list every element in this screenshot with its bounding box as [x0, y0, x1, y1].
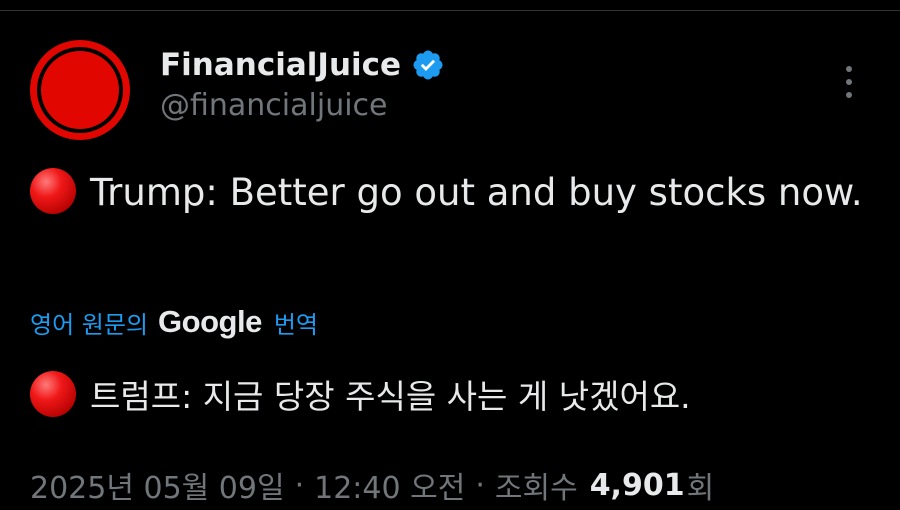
- translate-suffix[interactable]: 번역: [274, 305, 318, 340]
- avatar-center: [47, 57, 113, 123]
- more-dot: [846, 92, 852, 98]
- tweet-time[interactable]: 12:40 오전: [314, 463, 465, 507]
- google-logo-text: Google: [158, 304, 262, 339]
- author-display-name[interactable]: FinancialJuice: [160, 47, 401, 83]
- tweet-text: Trump: Better go out and buy stocks now.: [30, 164, 870, 222]
- author-handle[interactable]: @financialjuice: [160, 88, 388, 123]
- more-options-button[interactable]: [834, 62, 864, 102]
- translated-text-body: 트럼프: 지금 당장 주식을 사는 게 낫겠어요.: [90, 377, 691, 416]
- translate-prefix[interactable]: 영어 원문의: [30, 305, 148, 340]
- tweet-meta: 2025년 05월 09일 · 12:40 오전 · 조회수 4,901 회: [30, 460, 714, 510]
- meta-separator: ·: [475, 467, 485, 503]
- top-divider: [0, 0, 900, 11]
- verified-badge-icon: [413, 50, 443, 80]
- author-name-row: FinancialJuice: [160, 42, 445, 88]
- views-count: 4,901: [589, 467, 685, 503]
- translate-link-row[interactable]: 영어 원문의 Google 번역: [30, 300, 318, 344]
- more-dot: [846, 79, 852, 85]
- red-circle-emoji: [30, 371, 76, 417]
- tweet-text-body: Trump: Better go out and buy stocks now.: [90, 171, 863, 214]
- meta-separator: ·: [294, 467, 305, 503]
- tweet-date[interactable]: 2025년 05월 09일: [30, 463, 285, 507]
- translated-text: 트럼프: 지금 당장 주식을 사는 게 낫겠어요.: [30, 368, 880, 426]
- views-unit: 회: [686, 471, 715, 506]
- red-circle-emoji: [30, 168, 76, 214]
- avatar[interactable]: [30, 40, 130, 140]
- more-dot: [846, 66, 852, 72]
- views-label: 조회수: [494, 471, 578, 506]
